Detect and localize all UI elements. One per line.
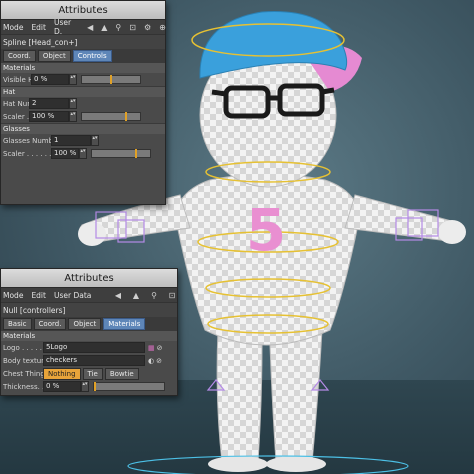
left-hand (78, 222, 106, 246)
arrow-left-icon[interactable]: ◀ (113, 290, 123, 300)
visible-head-stepper[interactable]: ▴▾ (69, 74, 77, 85)
hat-scaler-stepper[interactable]: ▴▾ (69, 111, 77, 122)
hat-number-field[interactable]: 2 (29, 98, 69, 109)
attributes-panel-top: Attributes Mode Edit User D. ◀ ▲ ⚲ ⊡ ⚙ ⊕… (0, 0, 166, 205)
section-materials: Materials (1, 62, 165, 73)
shirt-number: 5 (246, 196, 286, 264)
label-thickness: Thickness. . . (3, 382, 43, 391)
menu-user-data[interactable]: User Data (54, 291, 91, 300)
label-logo: Logo . . . . . . (3, 343, 43, 352)
visible-head-field[interactable]: 0 % (31, 74, 69, 85)
plus-icon[interactable]: ⊕ (159, 22, 166, 32)
menu-mode[interactable]: Mode (3, 23, 23, 32)
panel-tabs: Basic Coord. Object Materials (1, 317, 177, 330)
panel-tabs: Coord. Object Controls (1, 49, 165, 62)
row-glasses-number: Glasses Number 1 ▴▾ (1, 134, 165, 147)
row-body-texture: Body texture checkers ◐ ⊘ (1, 354, 177, 367)
right-leg (269, 329, 323, 463)
row-visible-head: Visible Head 0 % ▴▾ (1, 73, 165, 86)
lock-icon[interactable]: ⊡ (129, 22, 136, 32)
logo-link-field[interactable]: 5Logo (43, 342, 145, 353)
section-glasses: Glasses (1, 123, 165, 134)
panel-menubar: Mode Edit User D. ◀ ▲ ⚲ ⊡ ⚙ ⊕ (1, 18, 166, 36)
search-icon[interactable]: ⚲ (115, 22, 121, 32)
tab-coord[interactable]: Coord. (3, 49, 36, 62)
chest-option-bowtie[interactable]: Bowtie (104, 367, 139, 380)
tab-controls[interactable]: Controls (72, 49, 112, 62)
target-icon[interactable]: ⊘ (156, 357, 162, 365)
menu-mode[interactable]: Mode (3, 291, 23, 300)
thickness-slider[interactable] (93, 382, 165, 391)
tab-coord[interactable]: Coord. (33, 317, 67, 330)
label-glasses-number: Glasses Number (3, 136, 51, 145)
hat-scaler-field[interactable]: 100 % (29, 111, 69, 122)
row-glasses-scaler: Scaler . . . . . . 100 % ▴▾ (1, 147, 165, 160)
object-name: Spline [Head_con+] (1, 34, 165, 49)
glasses-number-stepper[interactable]: ▴▾ (91, 135, 99, 146)
row-logo: Logo . . . . . . 5Logo ▦ ⊘ (1, 341, 177, 354)
material-swatch-icon[interactable]: ▦ (148, 344, 155, 352)
visible-head-slider[interactable] (81, 75, 141, 84)
label-visible-head: Visible Head (3, 75, 31, 84)
thickness-field[interactable]: 0 % (43, 381, 81, 392)
row-thickness: Thickness. . . 0 % ▴▾ (1, 380, 177, 393)
target-icon[interactable]: ⊘ (157, 344, 163, 352)
label-body-texture: Body texture (3, 356, 43, 365)
right-hand (438, 220, 466, 244)
attributes-panel-bottom: Attributes Mode Edit User Data ◀ ▲ ⚲ ⊡ N… (0, 268, 178, 396)
glasses-scaler-stepper[interactable]: ▴▾ (79, 148, 87, 159)
tab-object[interactable]: Object (37, 49, 71, 62)
arrow-up-icon[interactable]: ▲ (131, 290, 141, 300)
menu-user-data[interactable]: User D. (54, 18, 71, 36)
tab-materials[interactable]: Materials (103, 317, 146, 330)
left-leg (216, 329, 263, 463)
section-hat: Hat (1, 86, 165, 97)
hat-scaler-slider[interactable] (81, 112, 141, 121)
row-hat-number: Hat Number 2 ▴▾ (1, 97, 165, 110)
label-glasses-scaler: Scaler . . . . . . (3, 149, 51, 158)
label-chest-thing: Chest Thing . . (3, 369, 43, 378)
panel-title: Attributes (1, 269, 177, 288)
arrow-left-icon[interactable]: ◀ (87, 22, 93, 32)
row-chest-thing: Chest Thing . . Nothing Tie Bowtie (1, 367, 177, 380)
body-texture-link-field[interactable]: checkers (43, 355, 145, 366)
right-foot (266, 456, 326, 472)
panel-menubar: Mode Edit User Data ◀ ▲ ⚲ ⊡ (1, 288, 177, 302)
label-hat-scaler: Scaler . . . . (3, 112, 29, 121)
section-materials: Materials (1, 330, 177, 341)
glasses-number-field[interactable]: 1 (51, 135, 91, 146)
thickness-stepper[interactable]: ▴▾ (81, 381, 89, 392)
left-foot (208, 456, 268, 472)
hat-number-stepper[interactable]: ▴▾ (69, 98, 77, 109)
label-hat-number: Hat Number (3, 99, 29, 108)
arrow-up-icon[interactable]: ▲ (101, 22, 107, 32)
panel-title: Attributes (1, 1, 165, 20)
lock-icon[interactable]: ⊡ (167, 290, 177, 300)
material-swatch-icon[interactable]: ◐ (148, 357, 154, 365)
tab-basic[interactable]: Basic (3, 317, 32, 330)
object-name: Null [controllers] (1, 302, 177, 317)
tab-object[interactable]: Object (68, 317, 102, 330)
chest-option-nothing[interactable]: Nothing (43, 367, 81, 380)
row-hat-scaler: Scaler . . . . 100 % ▴▾ (1, 110, 165, 123)
glasses-scaler-field[interactable]: 100 % (51, 148, 79, 159)
gear-icon[interactable]: ⚙ (144, 22, 151, 32)
chest-option-tie[interactable]: Tie (82, 367, 103, 380)
glasses-scaler-slider[interactable] (91, 149, 151, 158)
menu-edit[interactable]: Edit (31, 291, 46, 300)
search-icon[interactable]: ⚲ (149, 290, 159, 300)
menu-edit[interactable]: Edit (31, 23, 46, 32)
